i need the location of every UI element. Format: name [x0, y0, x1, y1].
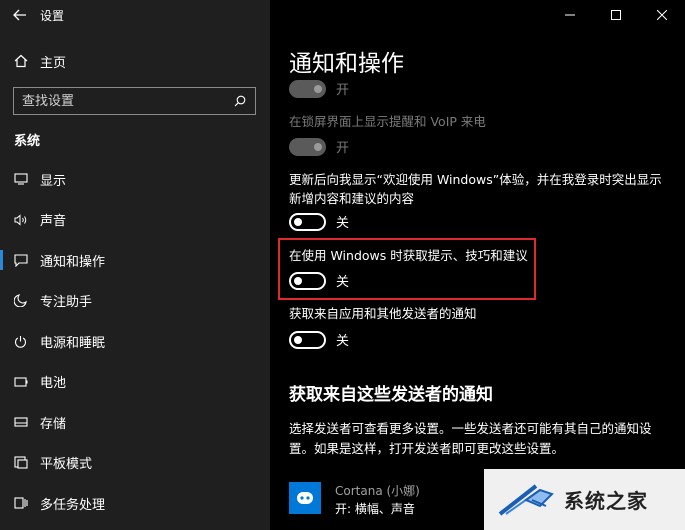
section-label: 系统: [14, 134, 41, 149]
sidebar-item-multitasking[interactable]: 多任务处理: [0, 483, 270, 524]
toggle-switch-lockscreen-calls[interactable]: [289, 137, 326, 156]
setting-row-3: 关: [289, 271, 349, 290]
minimize-button[interactable]: [547, 0, 593, 30]
toggle-state-2: 关: [336, 216, 350, 231]
sidebar-nav: 显示 声音 通知和操作 专注助手 电源和睡眠 电池 存储 平板模式 多任务处理: [0, 159, 270, 524]
toggle-switch-app-notifications[interactable]: [289, 330, 326, 349]
close-icon: [657, 10, 667, 20]
toggle-switch-welcome-experience[interactable]: [289, 212, 326, 231]
sidebar-item-label: 平板模式: [40, 457, 93, 473]
sender-item-cortana[interactable]: Cortana (小娜) 开: 横幅、声音: [289, 482, 420, 518]
setting-row-4: 关: [289, 330, 349, 349]
close-button[interactable]: [639, 0, 685, 30]
sidebar-item-label: 电源和睡眠: [40, 335, 106, 351]
home-label: 主页: [40, 55, 67, 71]
cortana-icon: [289, 482, 321, 514]
setting-row-1: 开: [289, 137, 349, 156]
setting-label-tips-tricks: 在使用 Windows 时获取提示、技巧和建议: [289, 248, 528, 263]
notification-icon: [14, 254, 40, 267]
window-controls: [547, 0, 685, 30]
sidebar-item-label: 专注助手: [40, 295, 93, 311]
battery-icon: [14, 377, 40, 387]
toggle-state-4: 关: [336, 334, 350, 349]
minimize-icon: [565, 14, 575, 16]
sidebar-item-tablet-mode[interactable]: 平板模式: [0, 443, 270, 484]
maximize-icon: [611, 10, 621, 20]
title-bar: 设置: [0, 0, 270, 30]
page-title: 通知和操作: [289, 51, 404, 77]
sidebar-item-label: 存储: [40, 416, 67, 432]
home-nav-item[interactable]: 主页: [0, 46, 270, 76]
watermark: 系统之家: [484, 469, 685, 530]
setting-label-lockscreen-calls: 在锁屏界面上显示提醒和 VoIP 来电: [289, 114, 486, 129]
setting-label-welcome-experience: 更新后向我显示“欢迎使用 Windows”体验，并在我登录时突出显示新增内容和建…: [289, 172, 662, 206]
sidebar-item-focus-assist[interactable]: 专注助手: [0, 281, 270, 322]
home-icon: [14, 54, 40, 68]
app-title: 设置: [40, 8, 65, 23]
sidebar-item-power-sleep[interactable]: 电源和睡眠: [0, 321, 270, 362]
back-arrow-icon: [13, 9, 26, 21]
multitask-icon: [14, 497, 40, 509]
sidebar-item-display[interactable]: 显示: [0, 159, 270, 200]
power-icon: [14, 335, 40, 348]
back-button[interactable]: [0, 0, 40, 30]
sidebar-item-sound[interactable]: 声音: [0, 200, 270, 241]
sidebar-item-label: 声音: [40, 214, 67, 230]
watermark-text: 系统之家: [564, 489, 648, 513]
tablet-icon: [14, 456, 40, 469]
toggle-switch-0[interactable]: [289, 79, 326, 98]
sidebar: 设置 主页 系统 显示 声音 通知和操作 专注助手: [0, 0, 270, 530]
setting-row-0: 开: [289, 79, 349, 98]
setting-label-app-notifications: 获取来自应用和其他发送者的通知: [289, 306, 477, 321]
maximize-button[interactable]: [593, 0, 639, 30]
sidebar-item-notifications[interactable]: 通知和操作: [0, 240, 270, 281]
search-input[interactable]: [22, 93, 233, 109]
watermark-logo-icon: [498, 483, 554, 516]
senders-heading: 获取来自这些发送者的通知: [289, 385, 493, 405]
toggle-state-3: 关: [336, 275, 350, 290]
monitor-icon: [14, 173, 40, 185]
speaker-icon: [14, 214, 40, 226]
toggle-state-0: 开: [336, 83, 350, 98]
sender-name: Cortana (小娜): [335, 484, 420, 498]
setting-row-2: 关: [289, 212, 349, 231]
storage-icon: [14, 417, 40, 427]
sidebar-item-storage[interactable]: 存储: [0, 402, 270, 443]
moon-icon: [14, 294, 40, 308]
toggle-switch-tips-tricks[interactable]: [289, 271, 326, 290]
sidebar-item-battery[interactable]: 电池: [0, 362, 270, 403]
search-icon[interactable]: [233, 94, 247, 108]
sidebar-item-label: 多任务处理: [40, 497, 106, 513]
search-box[interactable]: [13, 87, 256, 115]
sidebar-item-label: 通知和操作: [40, 254, 106, 270]
main-content: 通知和操作 开 在锁屏界面上显示提醒和 VoIP 来电 开 更新后向我显示“欢迎…: [270, 0, 685, 530]
senders-description: 选择发送者可查看更多设置。一些发送者还可能有其自己的通知设置。如果是这样，打开发…: [289, 421, 652, 456]
sidebar-item-label: 显示: [40, 173, 67, 189]
sidebar-item-label: 电池: [40, 376, 67, 392]
toggle-state-1: 开: [336, 141, 350, 156]
sender-detail: 开: 横幅、声音: [335, 502, 415, 516]
